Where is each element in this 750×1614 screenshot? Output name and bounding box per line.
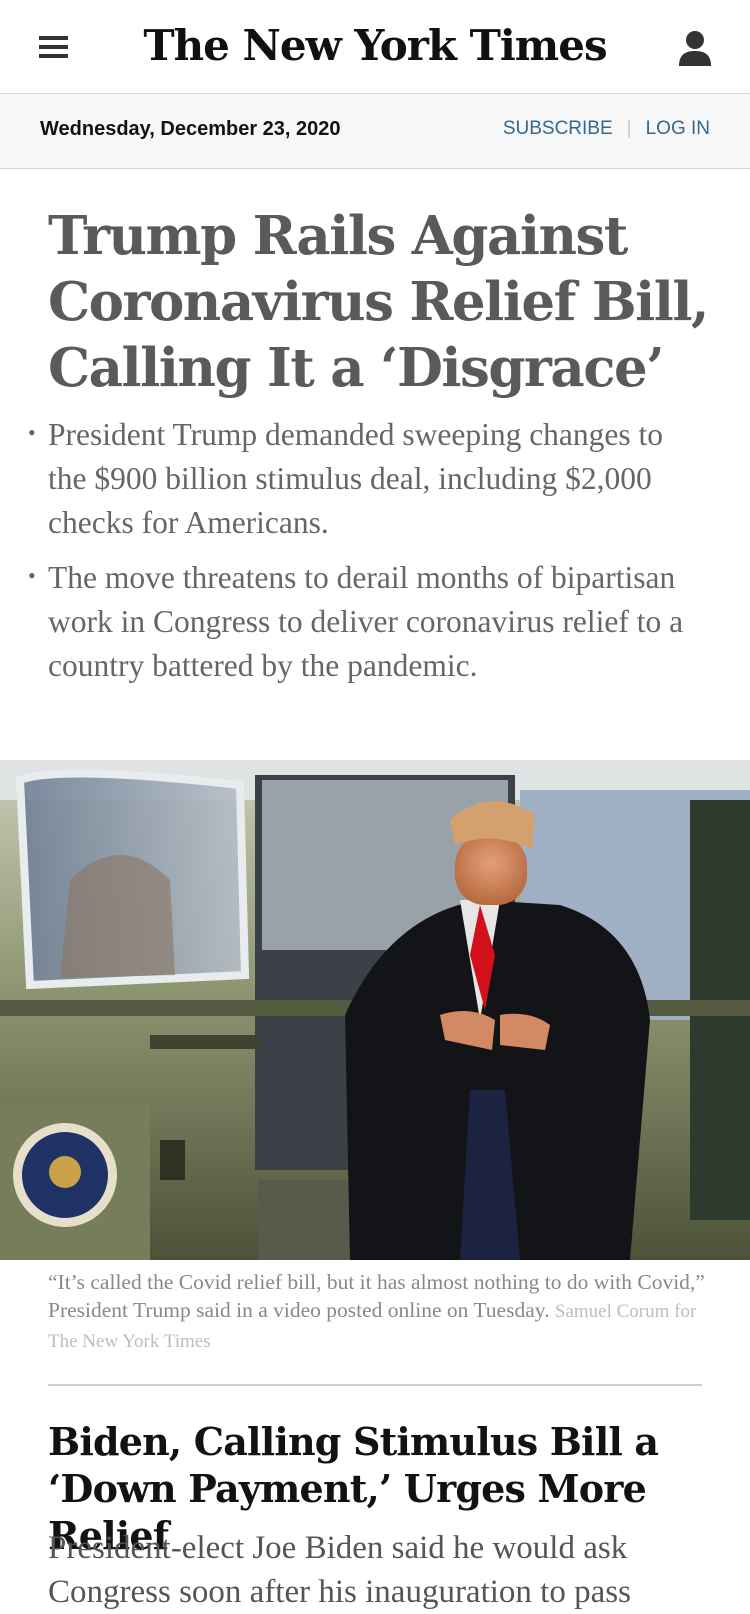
date-bar: Wednesday, December 23, 2020 SUBSCRIBE | L…: [0, 94, 750, 169]
login-link[interactable]: LOG IN: [646, 118, 710, 139]
top-navigation-bar: The New York Times: [0, 0, 750, 94]
masthead-logo[interactable]: The New York Times: [0, 18, 750, 74]
photo-caption: “It’s called the Covid relief bill, but …: [48, 1268, 708, 1356]
summary-item: President Trump demanded sweeping change…: [28, 411, 708, 545]
second-summary: President-elect Joe Biden said he would …: [48, 1530, 631, 1610]
lead-summary-list: President Trump demanded sweeping change…: [28, 411, 708, 699]
section-divider: [48, 1384, 702, 1386]
lead-photo-illustration: [0, 760, 750, 1260]
summary-item: The move threatens to derail months of b…: [28, 554, 708, 688]
account-links: SUBSCRIBE | LOG IN: [503, 118, 710, 140]
current-date: Wednesday, December 23, 2020: [40, 118, 341, 140]
lead-photo[interactable]: [0, 760, 750, 1260]
subscribe-link[interactable]: SUBSCRIBE: [503, 118, 613, 139]
lead-headline[interactable]: Trump Rails Against Coronavirus Relief B…: [48, 203, 710, 401]
user-account-icon[interactable]: [678, 30, 712, 66]
link-divider: |: [626, 118, 632, 139]
